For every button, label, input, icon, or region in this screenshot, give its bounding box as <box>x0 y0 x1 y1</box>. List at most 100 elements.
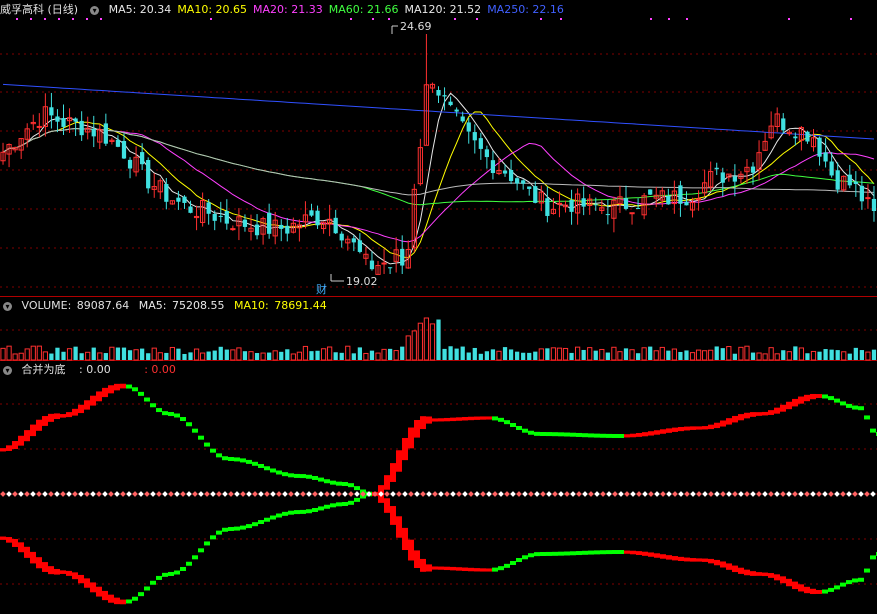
indicator-step-top <box>576 432 582 437</box>
indicator-step-top <box>708 424 714 430</box>
volume-bar <box>659 346 665 361</box>
indicator-step-bottom <box>780 576 786 584</box>
indicator-step-top <box>96 391 102 402</box>
indicator-step-bottom <box>846 580 852 585</box>
volume-bar <box>405 335 411 361</box>
volume-bar <box>400 346 405 360</box>
volume-bar <box>605 352 610 360</box>
zero-marker <box>312 491 318 497</box>
indicator-step-bottom <box>834 585 840 590</box>
volume-bar <box>515 351 520 360</box>
zero-marker <box>258 491 264 497</box>
volume-bar <box>140 348 145 360</box>
volume-bar <box>242 351 248 360</box>
indicator-step-top <box>324 479 330 484</box>
indicator-step-bottom <box>666 555 672 560</box>
indicator-step-bottom <box>402 527 408 551</box>
finance-marker[interactable]: 财 <box>316 282 327 296</box>
indicator-step-top <box>354 486 360 491</box>
zero-marker <box>600 491 606 497</box>
volume-bar <box>393 350 399 361</box>
zero-marker <box>798 491 804 497</box>
candle-body <box>339 233 344 241</box>
zero-marker <box>768 491 774 497</box>
indicator-step-bottom <box>414 550 420 568</box>
indicator-step-top <box>624 434 630 438</box>
zero-marker <box>858 491 864 497</box>
indicator-step-bottom <box>636 551 642 556</box>
volume-bar <box>121 347 127 360</box>
indicator-step-top <box>312 476 318 480</box>
signal-dot <box>58 18 60 20</box>
indicator-step-top <box>12 441 18 450</box>
volume-bar <box>357 347 362 360</box>
zero-marker <box>828 491 834 497</box>
zero-marker <box>636 491 642 497</box>
indicator-step-bottom <box>660 554 666 559</box>
zero-marker <box>552 491 558 497</box>
indicator-step-bottom <box>588 550 594 555</box>
volume-bar <box>756 352 762 361</box>
zero-marker <box>588 491 594 497</box>
indicator-step-bottom <box>702 558 708 562</box>
indicator-step-bottom <box>774 574 780 581</box>
zero-marker <box>246 491 252 497</box>
indicator-step-top <box>264 466 270 471</box>
indicator-step-bottom <box>696 558 702 562</box>
candle-body <box>714 167 719 170</box>
indicator-step-bottom <box>426 564 432 572</box>
indicator-step-bottom <box>468 567 474 572</box>
zero-marker <box>234 491 240 497</box>
candle-body <box>381 262 387 265</box>
zero-marker <box>300 491 306 497</box>
candle-body <box>127 159 133 169</box>
zero-marker <box>90 491 96 497</box>
indicator-step-bottom <box>54 568 60 575</box>
indicator-step-top <box>504 420 510 425</box>
indicator-step-top <box>234 457 240 462</box>
candle-body <box>521 180 526 184</box>
indicator-step-bottom <box>462 567 468 572</box>
volume-bar <box>714 346 719 360</box>
chart-canvas[interactable]: 24.69 19.02 财 <box>0 0 877 614</box>
indicator-step-top <box>420 416 426 430</box>
volume-bar <box>466 352 471 360</box>
volume-bar <box>97 352 103 361</box>
zero-marker <box>606 491 612 497</box>
indicator-step-top <box>618 433 624 438</box>
volume-bar <box>206 351 211 360</box>
candle-body <box>593 204 598 206</box>
zero-marker <box>732 491 738 497</box>
volume-bar <box>36 345 42 361</box>
zero-marker <box>420 491 426 497</box>
indicator-step-bottom <box>486 568 492 572</box>
volume-bar <box>296 351 303 361</box>
zero-marker <box>408 491 414 497</box>
ma-line-20 <box>2 127 875 243</box>
signal-dot <box>100 18 102 20</box>
volume-bar <box>369 350 375 360</box>
zero-marker <box>612 491 618 497</box>
volume-bar <box>30 345 36 361</box>
zero-marker <box>390 491 396 497</box>
zero-marker <box>192 491 198 497</box>
volume-bar <box>224 349 229 360</box>
volume-bar <box>695 349 702 361</box>
indicator-step-top <box>870 428 876 433</box>
indicator-step-bottom <box>342 502 348 506</box>
indicator-step-bottom <box>174 570 180 575</box>
candle-body <box>387 267 393 269</box>
volume-bar <box>66 348 73 361</box>
indicator-step-bottom <box>438 566 444 570</box>
zero-marker <box>342 491 348 497</box>
zero-marker <box>744 491 750 497</box>
volume-bar <box>678 351 683 360</box>
zero-marker <box>120 491 126 497</box>
volume-bar <box>635 353 641 360</box>
volume-bar <box>750 352 756 360</box>
volume-bar <box>18 352 24 361</box>
signal-dot <box>686 18 688 20</box>
volume-bar <box>327 346 333 361</box>
candle-body <box>847 174 852 186</box>
candle-body <box>176 197 181 202</box>
